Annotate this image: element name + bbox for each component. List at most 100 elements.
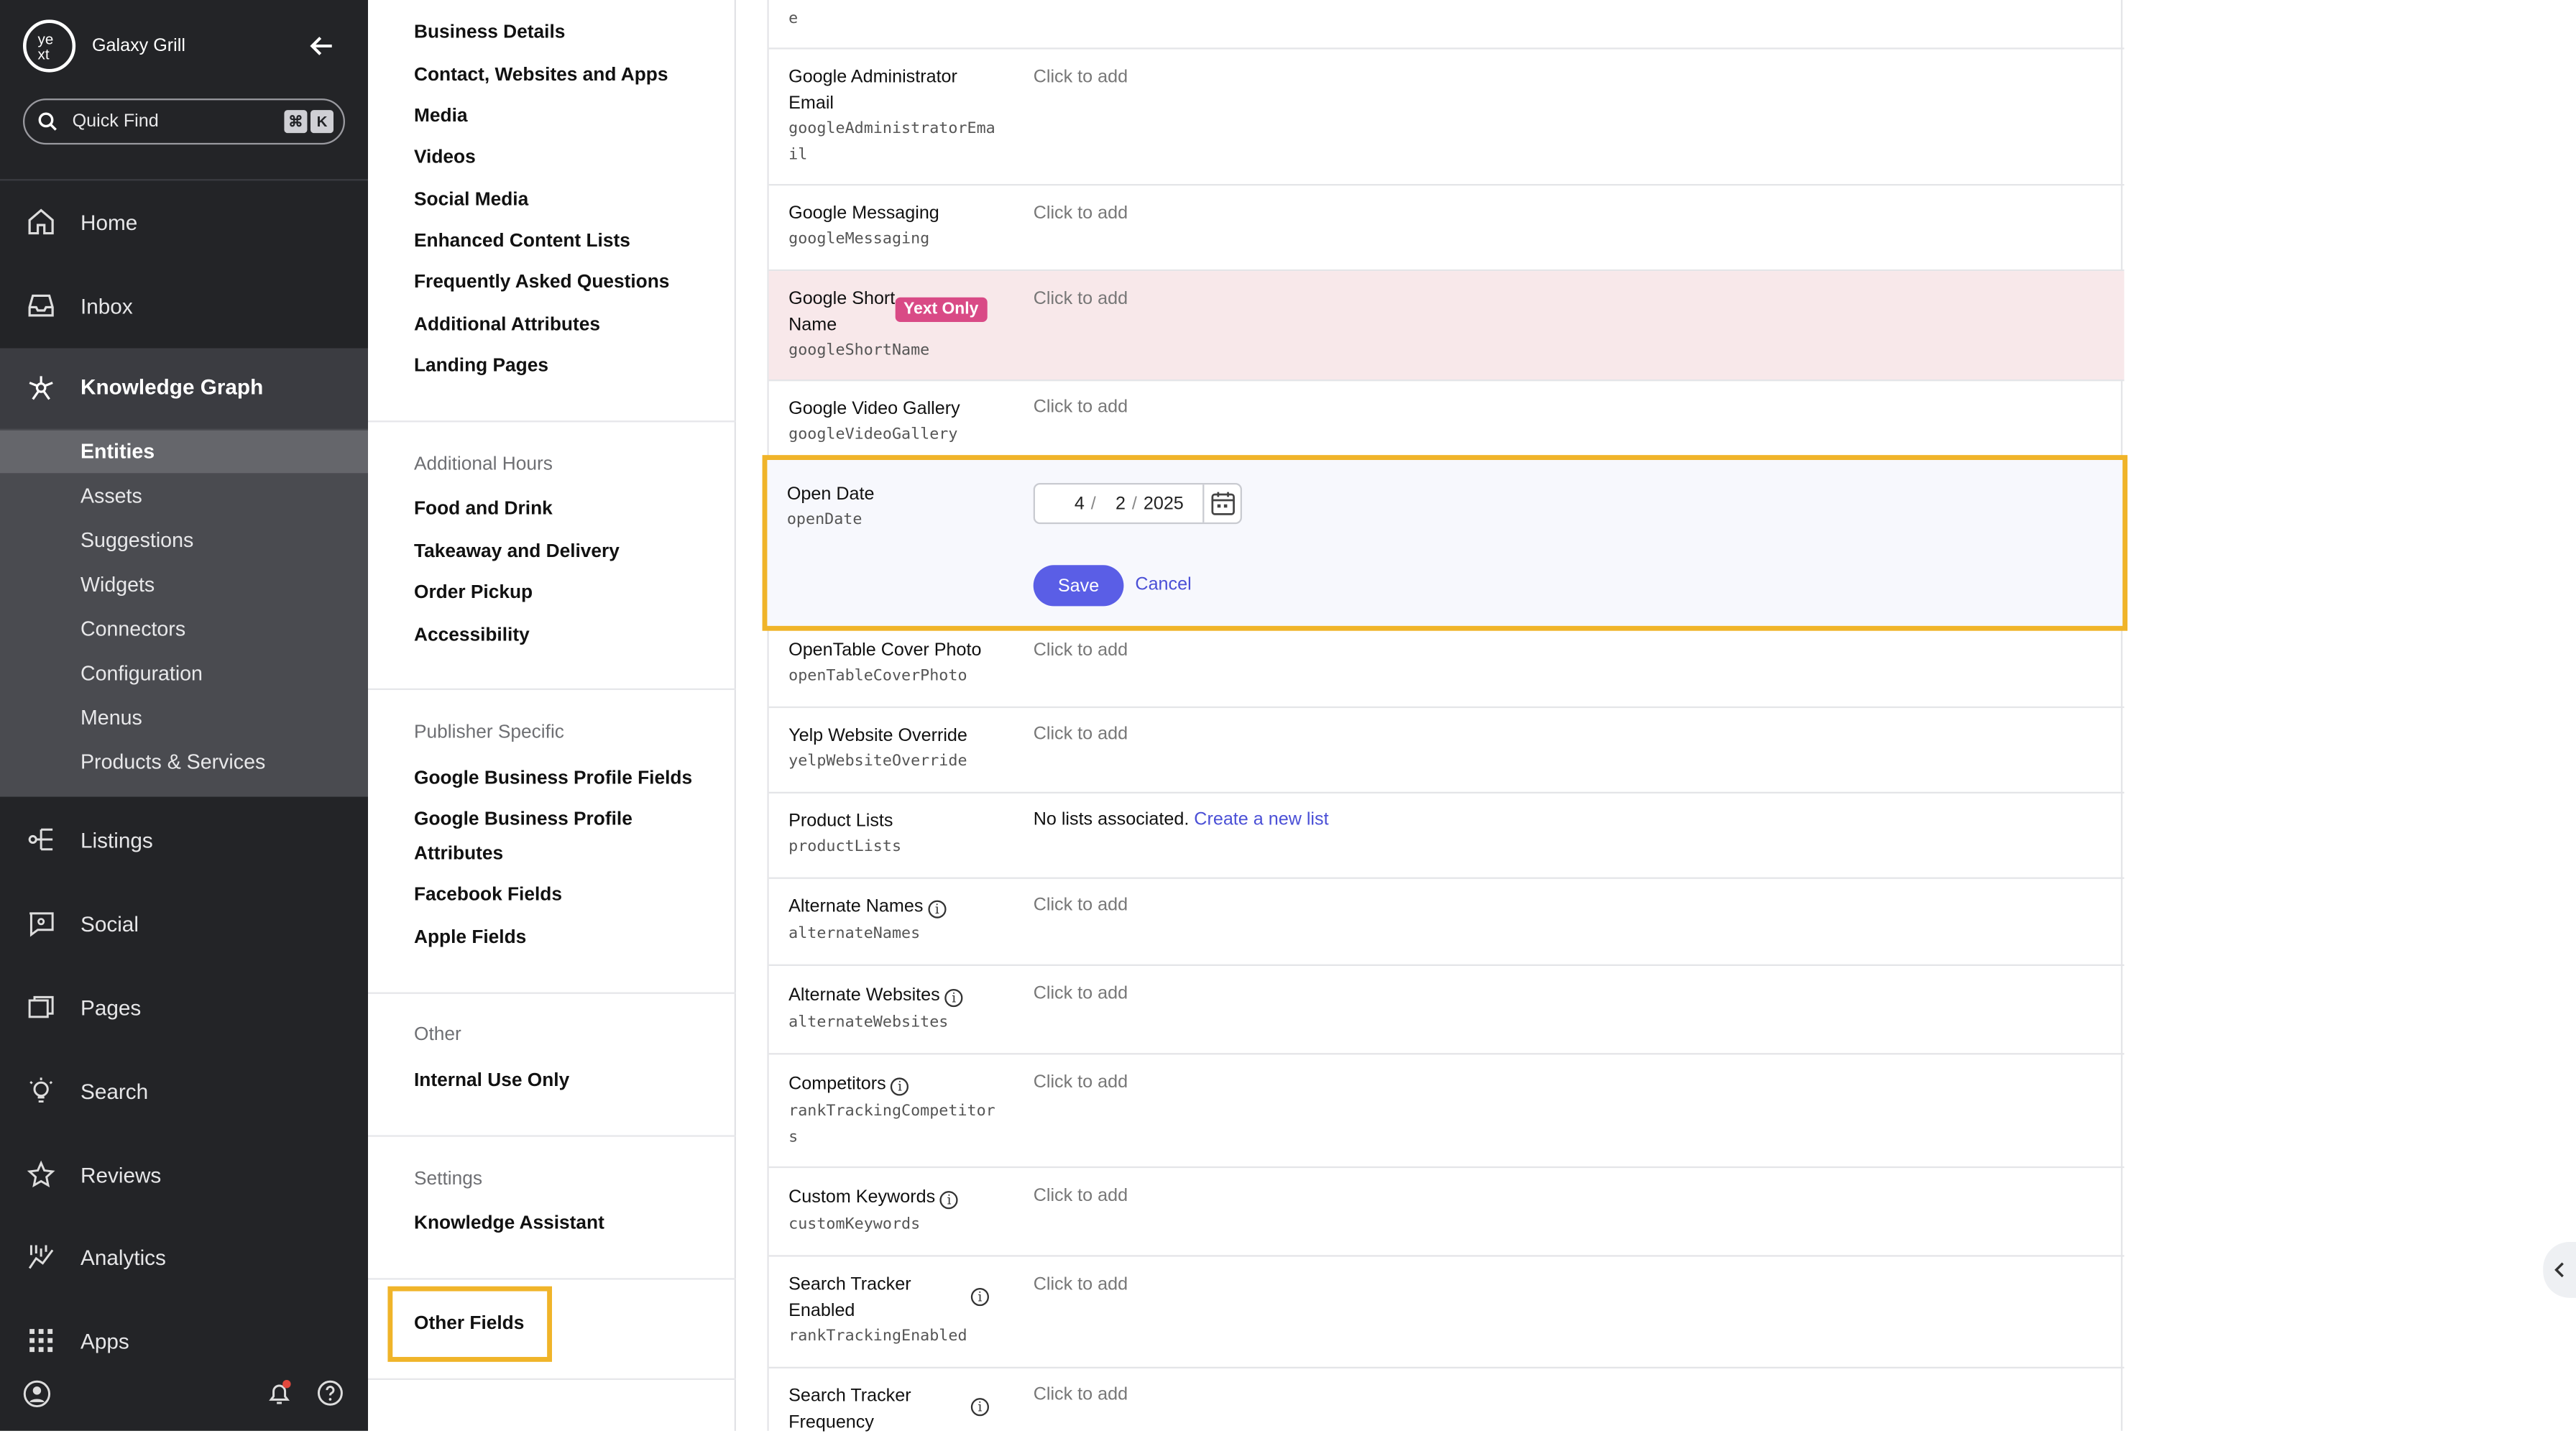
- field-key: e: [788, 9, 799, 28]
- click-to-add[interactable]: Click to add: [1034, 724, 1128, 744]
- expand-panel-tab[interactable]: [2543, 1241, 2576, 1298]
- reviews-icon: [27, 1160, 55, 1188]
- apps-icon: [29, 1329, 53, 1353]
- nav-pages[interactable]: Pages: [0, 982, 368, 1032]
- field-row-yelp-website-override[interactable]: Yelp Website Override yelpWebsiteOverrid…: [768, 708, 2125, 793]
- click-to-add[interactable]: Click to add: [1034, 896, 1128, 915]
- field-label-text: Alternate Websites: [788, 985, 940, 1005]
- link-takeaway-delivery[interactable]: Takeaway and Delivery: [414, 542, 620, 561]
- field-label: Search Tracker: [788, 1386, 911, 1407]
- nav-search-label: Search: [80, 1078, 149, 1103]
- click-to-add[interactable]: Click to add: [1034, 984, 1128, 1003]
- sub-item-widgets[interactable]: Widgets: [0, 563, 368, 606]
- field-row-opentable-cover-photo[interactable]: OpenTable Cover Photo openTableCoverPhot…: [768, 626, 2125, 709]
- field-row-competitors[interactable]: Competitors i rankTrackingCompetitor s Cl…: [768, 1054, 2125, 1169]
- link-facebook-fields[interactable]: Facebook Fields: [414, 885, 562, 905]
- home-icon: [28, 208, 54, 235]
- nav-analytics[interactable]: Analytics: [0, 1232, 368, 1281]
- sub-item-configuration[interactable]: Configuration: [0, 652, 368, 694]
- link-gbp-attributes-line2[interactable]: Attributes: [414, 844, 503, 864]
- click-to-add[interactable]: Click to add: [1034, 289, 1128, 308]
- field-key-line2: il: [788, 146, 808, 165]
- sub-item-menus[interactable]: Menus: [0, 696, 368, 739]
- click-to-add[interactable]: Click to add: [1034, 397, 1128, 417]
- link-gbp-attributes[interactable]: Google Business Profile: [414, 810, 632, 829]
- quick-find-input[interactable]: Quick Find ⌘ K: [22, 98, 345, 145]
- link-faq[interactable]: Frequently Asked Questions: [414, 272, 669, 292]
- no-lists-text: No lists associated.: [1033, 809, 1190, 830]
- sidebar-divider: [0, 179, 368, 181]
- click-to-add[interactable]: Click to add: [1034, 1275, 1128, 1294]
- brand[interactable]: ye xt Galaxy Grill: [22, 19, 185, 73]
- link-gbp-fields[interactable]: Google Business Profile Fields: [414, 769, 692, 788]
- nav-knowledge-graph[interactable]: Knowledge Graph: [0, 348, 368, 429]
- click-to-add[interactable]: Click to add: [1034, 1073, 1128, 1092]
- nav-listings-label: Listings: [80, 827, 153, 852]
- link-accessibility[interactable]: Accessibility: [414, 626, 530, 645]
- link-contact-websites-apps[interactable]: Contact, Websites and Apps: [414, 65, 668, 85]
- field-row-google-messaging[interactable]: Google Messaging googleMessaging Click t…: [768, 185, 2125, 272]
- field-key: googleAdministratorEma: [788, 119, 995, 138]
- link-business-details[interactable]: Business Details: [414, 23, 565, 42]
- create-new-list-link[interactable]: Create a new list: [1194, 810, 1328, 829]
- link-media[interactable]: Media: [414, 107, 467, 126]
- field-row-google-short-name[interactable]: Google Short Name googleShortName Click …: [768, 271, 2125, 382]
- info-icon[interactable]: i: [944, 988, 963, 1008]
- link-internal-use-only[interactable]: Internal Use Only: [414, 1071, 569, 1090]
- field-row-alternate-names[interactable]: Alternate Names i alternateNames Click to…: [768, 879, 2125, 966]
- divider: [367, 1135, 736, 1137]
- nav-knowledge-graph-label: Knowledge Graph: [80, 374, 264, 400]
- field-row-search-tracker-enabled[interactable]: Search Tracker Enabled i rankTrackingEna…: [768, 1257, 2125, 1368]
- link-enhanced-content-lists[interactable]: Enhanced Content Lists: [414, 231, 630, 251]
- nav-inbox-label: Inbox: [80, 293, 133, 318]
- field-row-google-video-gallery[interactable]: Google Video Gallery googleVideoGallery …: [768, 381, 2125, 460]
- field-row-search-tracker-frequency[interactable]: Search Tracker Frequency i Click to add: [769, 1368, 2125, 1432]
- nav-listings[interactable]: Listings: [0, 815, 368, 865]
- nav-search[interactable]: Search: [0, 1066, 368, 1115]
- nav-apps[interactable]: Apps: [0, 1316, 368, 1366]
- field-row-alternate-websites[interactable]: Alternate Websites i alternateWebsites Cl…: [768, 966, 2125, 1055]
- field-key: yelpWebsiteOverride: [788, 752, 967, 770]
- nav-reviews[interactable]: Reviews: [0, 1150, 368, 1200]
- sub-item-entities[interactable]: Entities: [0, 430, 368, 474]
- info-icon[interactable]: i: [970, 1287, 989, 1307]
- collapse-sidebar-arrow-icon[interactable]: [309, 33, 336, 60]
- link-social-media[interactable]: Social Media: [414, 190, 528, 210]
- sub-item-connectors[interactable]: Connectors: [0, 608, 368, 650]
- click-to-add[interactable]: Click to add: [1034, 640, 1128, 660]
- link-landing-pages[interactable]: Landing Pages: [414, 356, 548, 376]
- cmd-key-badge: ⌘: [284, 110, 308, 134]
- field-row-product-lists: Product Lists productLists No lists asso…: [768, 793, 2125, 879]
- sub-item-products-services[interactable]: Products & Services: [0, 741, 368, 783]
- link-knowledge-assistant[interactable]: Knowledge Assistant: [414, 1214, 604, 1233]
- link-apple-fields[interactable]: Apple Fields: [414, 928, 526, 947]
- click-to-add[interactable]: Click to add: [1034, 203, 1128, 223]
- click-to-add[interactable]: Click to add: [1034, 1385, 1128, 1404]
- click-to-add[interactable]: Click to add: [1034, 1186, 1128, 1205]
- nav-home[interactable]: Home: [0, 197, 368, 247]
- click-to-add[interactable]: Click to add: [1034, 68, 1128, 87]
- nav-social[interactable]: Social: [0, 898, 368, 948]
- nav-inbox[interactable]: Inbox: [0, 281, 368, 331]
- field-row-custom-keywords[interactable]: Custom Keywords i customKeywords Click to…: [768, 1168, 2125, 1257]
- info-icon[interactable]: i: [970, 1398, 989, 1417]
- help-icon[interactable]: [317, 1380, 344, 1407]
- field-label: Custom Keywords i: [788, 1184, 983, 1211]
- field-label: Competitors i: [788, 1071, 983, 1097]
- sub-item-assets[interactable]: Assets: [0, 475, 368, 517]
- link-videos[interactable]: Videos: [414, 148, 476, 167]
- info-icon[interactable]: i: [940, 1191, 959, 1210]
- link-order-pickup[interactable]: Order Pickup: [414, 583, 533, 602]
- sub-item-suggestions[interactable]: Suggestions: [0, 519, 368, 561]
- user-account-icon[interactable]: [23, 1380, 51, 1408]
- info-icon[interactable]: i: [928, 900, 947, 919]
- field-label-line2: Email: [788, 93, 834, 114]
- other-fields-highlight: [387, 1286, 552, 1362]
- sub-item-label: Widgets: [80, 573, 155, 597]
- info-icon[interactable]: i: [891, 1077, 909, 1096]
- field-label: Yelp Website Override: [788, 726, 967, 746]
- link-additional-attributes[interactable]: Additional Attributes: [414, 316, 600, 335]
- field-row-google-administrator-email[interactable]: Google Administrator Email googleAdminis…: [768, 50, 2125, 186]
- link-food-and-drink[interactable]: Food and Drink: [414, 500, 553, 519]
- yext-only-badge: Yext Only: [895, 297, 987, 322]
